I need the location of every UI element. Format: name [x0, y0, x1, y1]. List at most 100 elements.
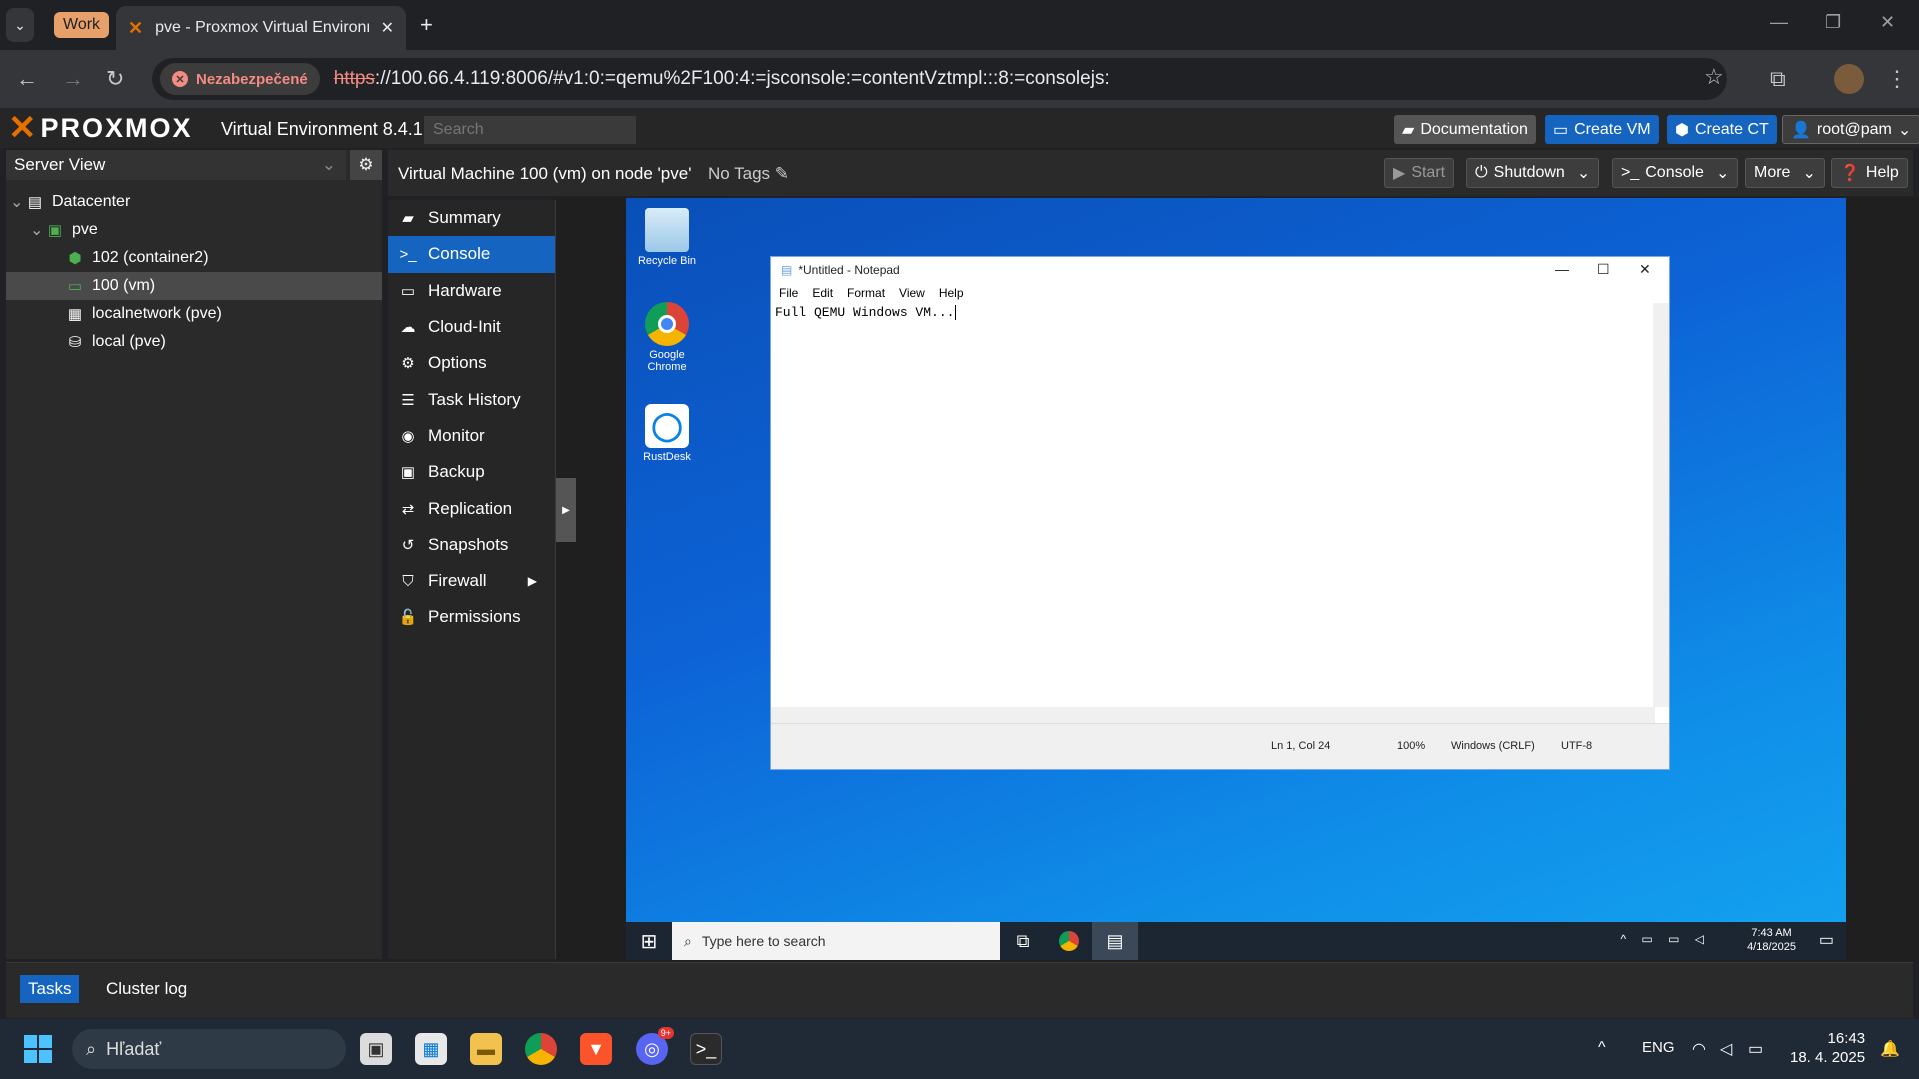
close-window-icon[interactable]: ✕	[1880, 12, 1895, 33]
profile-avatar[interactable]	[1834, 64, 1864, 94]
search-input[interactable]	[424, 116, 636, 144]
documentation-button[interactable]: ▰ Documentation	[1394, 115, 1536, 144]
submenu-cloud-init[interactable]: ☁ Cloud-Init	[388, 309, 555, 345]
console-button[interactable]: >_ Console ⌄	[1612, 158, 1739, 188]
help-button[interactable]: ❓ Help	[1831, 158, 1908, 188]
collapse-menu-handle[interactable]: ▶	[556, 478, 576, 542]
vm-console-screen[interactable]: Recycle Bin Google Chrome ◯ RustDesk ▤ *…	[626, 198, 1846, 960]
notepad-text-area[interactable]: Full QEMU Windows VM...	[771, 303, 1655, 707]
desktop-icon-recycle-bin[interactable]: Recycle Bin	[632, 208, 702, 267]
close-tab-icon[interactable]: ✕	[381, 18, 394, 38]
file-explorer-icon[interactable]: ▬	[470, 1033, 502, 1065]
menu-file[interactable]: File	[779, 286, 798, 300]
desktop-icon-chrome[interactable]: Google Chrome	[632, 302, 702, 373]
reload-icon[interactable]: ↻	[106, 66, 124, 92]
notepad-icon: ▤	[781, 263, 793, 277]
tree-node-local-storage[interactable]: ⛁ local (pve)	[6, 328, 382, 356]
create-ct-button[interactable]: ⬢ Create CT	[1667, 115, 1777, 144]
terminal-icon[interactable]: >_	[690, 1033, 722, 1065]
vm-tray-clock[interactable]: 7:43 AM 4/18/2025	[1747, 926, 1796, 954]
view-selector[interactable]: Server View ⌄	[6, 150, 346, 180]
horizontal-scrollbar[interactable]	[771, 707, 1655, 723]
show-hidden-icons-icon[interactable]: ^	[1598, 1039, 1606, 1057]
discord-badge: 9+	[657, 1027, 674, 1039]
terminal-icon: >_	[1621, 164, 1640, 181]
browser-tab-active[interactable]: ✕ pve - Proxmox Virtual Environm ✕	[116, 6, 406, 50]
store-icon[interactable]: ▦	[415, 1033, 447, 1065]
forward-icon[interactable]: →	[62, 66, 84, 92]
close-icon[interactable]: ✕	[1639, 261, 1651, 278]
submenu-snapshots[interactable]: ↺ Snapshots	[388, 527, 555, 563]
user-menu-button[interactable]: 👤 root@pam ⌄	[1782, 115, 1919, 144]
submenu-replication[interactable]: ⇄ Replication	[388, 490, 555, 526]
vm-start-windows-icon[interactable]: ⊞	[626, 922, 672, 960]
language-indicator[interactable]: ENG	[1642, 1039, 1675, 1056]
submenu-permissions[interactable]: 🔓 Permissions	[388, 599, 555, 635]
task-view-icon[interactable]: ⧉	[1000, 922, 1046, 960]
submenu-monitor[interactable]: ◉ Monitor	[388, 418, 555, 454]
bookmark-star-icon[interactable]: ☆	[1704, 64, 1724, 90]
chevron-down-icon: ⌄	[1897, 121, 1912, 139]
create-vm-button[interactable]: ▭ Create VM	[1545, 115, 1659, 144]
tree-node-vm[interactable]: ▭ 100 (vm)	[6, 272, 382, 300]
tab-search-button[interactable]: ⌄	[6, 8, 34, 42]
submenu-options[interactable]: ⚙ Options	[388, 345, 555, 381]
submenu-task-history[interactable]: ☰ Task History	[388, 381, 555, 417]
windows-start-icon[interactable]	[24, 1035, 52, 1063]
vm-search-placeholder: Type here to search	[701, 933, 826, 949]
back-icon[interactable]: ←	[16, 66, 38, 92]
notepad-taskbar-icon[interactable]: ▤	[1092, 922, 1138, 960]
host-search-box[interactable]: ⌕ Hľadať	[72, 1029, 346, 1069]
submenu-hardware[interactable]: ▭ Hardware	[388, 273, 555, 309]
tags-editor[interactable]: No Tags ✎	[708, 164, 789, 184]
notepad-window[interactable]: ▤ *Untitled - Notepad — ☐ ✕ File Edit Fo…	[770, 256, 1670, 770]
menu-help[interactable]: Help	[939, 286, 964, 300]
start-button[interactable]: ▶ Start	[1384, 158, 1455, 188]
tab-group-label[interactable]: Work	[54, 12, 110, 38]
tab-cluster-log[interactable]: Cluster log	[98, 975, 195, 1003]
volume-icon[interactable]: ◁	[1720, 1039, 1732, 1059]
notification-bell-icon[interactable]: 🔔	[1880, 1039, 1900, 1059]
minimize-icon[interactable]: —	[1555, 261, 1569, 277]
menu-format[interactable]: Format	[847, 286, 885, 300]
submenu-label: Monitor	[428, 425, 485, 445]
tree-node-container[interactable]: ⬢ 102 (container2)	[6, 244, 382, 272]
tree-node-pve[interactable]: ⌄ ▣ pve	[6, 216, 382, 244]
host-clock[interactable]: 16:43 18. 4. 2025	[1790, 1029, 1865, 1067]
submenu-summary[interactable]: ▰ Summary	[388, 200, 555, 236]
tab-tasks[interactable]: Tasks	[20, 975, 80, 1003]
address-bar[interactable]: ✕ Nezabezpečené https://100.66.4.119:800…	[152, 58, 1727, 100]
browser-menu-icon[interactable]: ⋮	[1886, 66, 1908, 92]
battery-icon[interactable]: ▭	[1748, 1039, 1763, 1059]
minimize-icon[interactable]: —	[1770, 12, 1788, 33]
maximize-icon[interactable]: ☐	[1597, 261, 1610, 278]
menu-edit[interactable]: Edit	[812, 286, 833, 300]
shutdown-button[interactable]: ⏻ Shutdown ⌄	[1466, 158, 1600, 188]
restore-icon[interactable]: ❐	[1825, 12, 1841, 33]
notepad-titlebar[interactable]: ▤ *Untitled - Notepad — ☐ ✕	[771, 257, 1669, 283]
menu-view[interactable]: View	[899, 286, 925, 300]
discord-icon[interactable]: ◎ 9+	[636, 1027, 674, 1065]
submenu-firewall[interactable]: ⛉ Firewall ▶	[388, 563, 555, 599]
desktop-icon-rustdesk[interactable]: ◯ RustDesk	[632, 404, 702, 463]
new-tab-button[interactable]: +	[420, 12, 433, 38]
vm-tray-icons[interactable]: ^ ▭ ▭ ◁	[1620, 932, 1710, 946]
more-button[interactable]: More ⌄	[1745, 158, 1825, 188]
tree-node-localnetwork[interactable]: ▦ localnetwork (pve)	[6, 300, 382, 328]
url-text[interactable]: https://100.66.4.119:8006/#v1:0:=qemu%2F…	[334, 68, 1110, 90]
wifi-icon[interactable]: ◠	[1692, 1039, 1706, 1059]
submenu-backup[interactable]: ▣ Backup	[388, 454, 555, 490]
chrome-icon[interactable]	[525, 1033, 557, 1065]
brave-icon[interactable]: ▼	[580, 1033, 612, 1065]
vertical-scrollbar[interactable]	[1653, 303, 1669, 707]
task-view-icon[interactable]: ▣	[360, 1033, 392, 1065]
submenu-console[interactable]: >_ Console	[388, 236, 555, 273]
vm-taskbar-search[interactable]: ⌕ Type here to search	[672, 922, 1000, 960]
extensions-icon[interactable]: ⧉	[1770, 66, 1786, 92]
tree-settings-gear-icon[interactable]: ⚙	[350, 150, 382, 180]
notifications-icon[interactable]: ▭	[1819, 930, 1834, 950]
chrome-taskbar-icon[interactable]	[1046, 922, 1092, 960]
tree-node-datacenter[interactable]: ⌄ ▤ Datacenter	[6, 188, 382, 216]
not-secure-badge[interactable]: ✕ Nezabezpečené	[160, 63, 320, 95]
host-time: 16:43	[1827, 1030, 1866, 1047]
